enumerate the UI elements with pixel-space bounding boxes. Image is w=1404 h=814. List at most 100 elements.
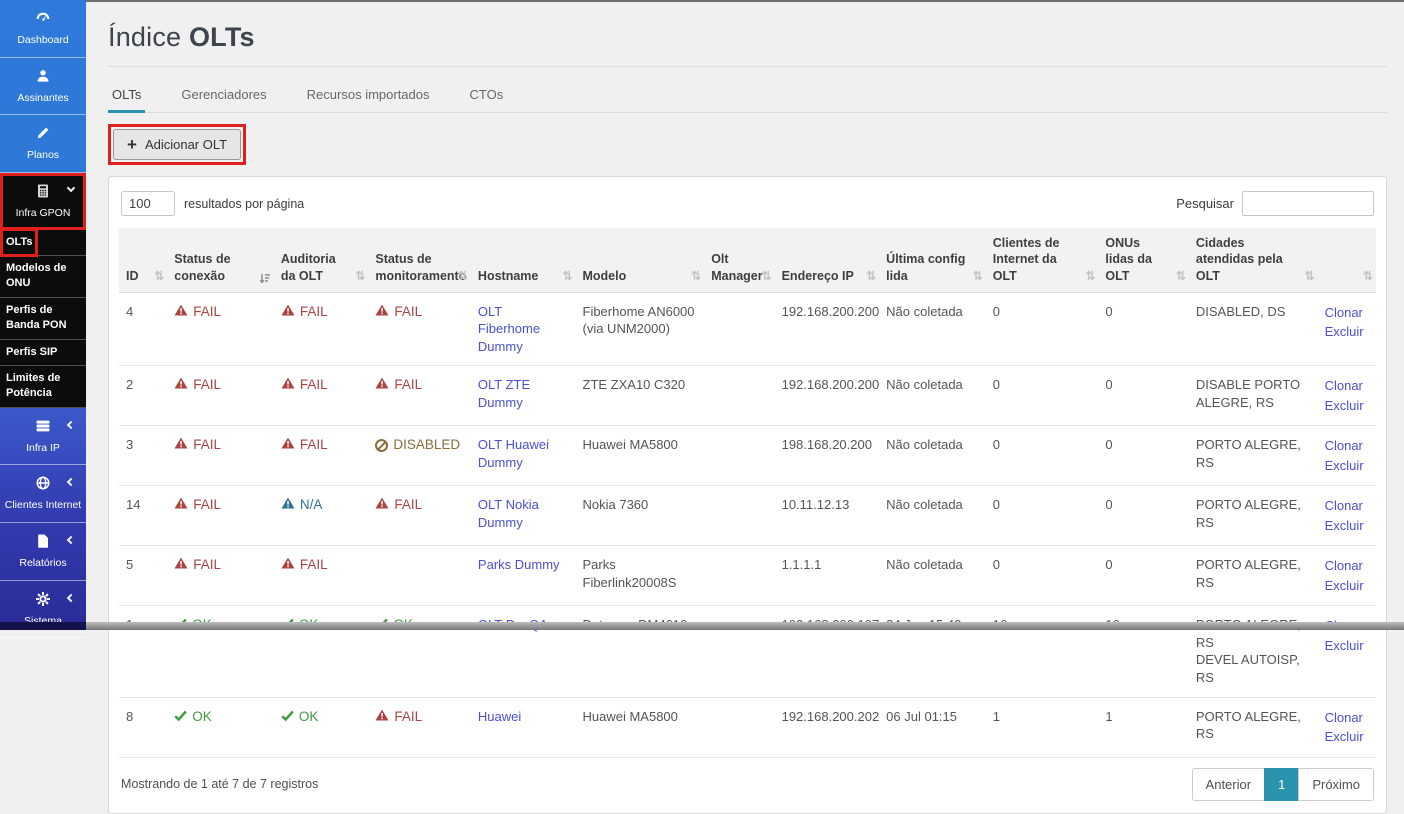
add-olt-label: Adicionar OLT — [144, 137, 228, 152]
add-olt-button[interactable]: + Adicionar OLT — [113, 129, 242, 160]
window-top-edge — [86, 0, 1404, 2]
pagination-page-1-button[interactable]: 1 — [1264, 767, 1300, 801]
sidebar-item-infra-gpon[interactable]: Infra GPON — [0, 172, 86, 230]
action-link-clonar[interactable]: Clonar — [1325, 303, 1368, 323]
pagination-next-button[interactable]: Próximo — [1298, 767, 1374, 801]
cell-ultima-config: Não coletada — [879, 365, 986, 427]
cell-monitoramento: FAIL — [368, 365, 471, 427]
action-link-clonar[interactable]: Clonar — [1325, 436, 1368, 456]
col-header-modelo[interactable]: Modelo ⇅ — [575, 228, 705, 293]
sidebar-subitem-perfis-sip[interactable]: Perfis SIP — [0, 340, 86, 366]
sort-icon[interactable]: ⇅ — [691, 269, 701, 285]
sort-icon[interactable]: ⇅ — [154, 269, 164, 285]
sort-icon[interactable]: ⇅ — [458, 269, 468, 285]
status-fail-badge: FAIL — [281, 556, 328, 574]
cell-ultima-config: Não coletada — [879, 425, 986, 487]
action-link-clonar[interactable]: Clonar — [1325, 556, 1368, 576]
status-fail-badge: FAIL — [281, 376, 328, 394]
hostname-link[interactable]: OLT ZTE Dummy — [478, 377, 530, 410]
col-header-label: Auditoria da OLT — [280, 252, 336, 283]
cell-monitoramento: FAIL — [368, 697, 471, 758]
col-header-clientes-de-internet-da-olt[interactable]: Clientes de Internet da OLT ⇅ — [985, 228, 1099, 293]
sort-icon[interactable]: ⇅ — [562, 269, 572, 285]
col-header-onus-lidas-da-olt[interactable]: ONUs lidas da OLT ⇅ — [1098, 228, 1189, 293]
hostname-link[interactable]: OLT Fiberhome Dummy — [478, 304, 540, 354]
cell-olt-manager — [704, 292, 775, 367]
cell-ultima-config: Não coletada — [879, 545, 986, 607]
hostname-link[interactable]: Huawei — [478, 709, 521, 724]
sidebar-item-label: Clientes Internet — [4, 499, 82, 512]
col-header-cidades-atendidas-pela-olt[interactable]: Cidades atendidas pela OLT ⇅ — [1188, 228, 1318, 293]
search-label: Pesquisar — [1176, 196, 1234, 211]
sort-desc-icon[interactable] — [259, 273, 271, 285]
sidebar-subitem-limites-de-potencia[interactable]: Limites de Potência — [0, 366, 86, 408]
action-link-excluir[interactable]: Excluir — [1325, 322, 1368, 342]
status-fail-badge: FAIL — [174, 436, 221, 454]
hostname-link[interactable]: OLT Nokia Dummy — [478, 497, 539, 530]
sidebar-item-assinantes[interactable]: Assinantes — [0, 58, 86, 116]
sidebar-subitem-modelos-de-onu[interactable]: Modelos de ONU — [0, 256, 86, 298]
col-header-status-de-conexao[interactable]: Status de conexão — [167, 228, 274, 293]
cell-monitoramento: FAIL — [368, 292, 471, 367]
action-link-clonar[interactable]: Clonar — [1325, 376, 1368, 396]
tab-olts[interactable]: OLTs — [108, 77, 146, 113]
col-header-hostname[interactable]: Hostname ⇅ — [470, 228, 576, 293]
cell-endereco-ip: 192.168.200.202 — [774, 697, 880, 758]
sort-icon[interactable]: ⇅ — [355, 269, 365, 285]
tab-ctos[interactable]: CTOs — [466, 77, 508, 113]
cell-clientes-internet: 0 — [985, 425, 1099, 487]
cell-ultima-config: Não coletada — [879, 485, 986, 547]
sidebar-subitem-olts[interactable]: OLTs — [0, 227, 86, 257]
cell-id: 1 — [119, 605, 168, 698]
action-link-excluir[interactable]: Excluir — [1325, 727, 1368, 747]
dashboard-icon — [35, 10, 51, 26]
sort-icon[interactable]: ⇅ — [1305, 269, 1315, 285]
status-fail-badge: FAIL — [375, 303, 422, 321]
pagination-prev-button[interactable]: Anterior — [1191, 767, 1266, 801]
search-input[interactable] — [1242, 191, 1374, 216]
action-link-clonar[interactable]: Clonar — [1325, 708, 1368, 728]
col-header-ultima-config-lida[interactable]: Última config lida ⇅ — [879, 228, 986, 293]
hostname-link[interactable]: Parks Dummy — [478, 557, 560, 572]
sort-icon[interactable]: ⇅ — [973, 269, 983, 285]
col-header-actions[interactable]: ⇅ — [1317, 228, 1376, 293]
status-fail-badge: FAIL — [375, 496, 422, 514]
sidebar-item-icon-row — [3, 416, 83, 436]
warning-triangle-icon — [174, 496, 188, 514]
cell-cidades: PORTO ALEGRE, RS — [1188, 545, 1318, 607]
action-link-excluir[interactable]: Excluir — [1325, 456, 1368, 476]
sort-icon[interactable]: ⇅ — [1363, 269, 1373, 285]
cell-clientes-internet: 16 — [985, 605, 1099, 698]
sidebar-item-infra-ip[interactable]: Infra IP — [0, 408, 86, 466]
sidebar-subitem-perfis-de-banda-pon[interactable]: Perfis de Banda PON — [0, 298, 86, 340]
sort-icon[interactable]: ⇅ — [866, 269, 876, 285]
cell-ultima-config: Não coletada — [879, 292, 986, 367]
col-header-auditoria-da-olt[interactable]: Auditoria da OLT ⇅ — [273, 228, 369, 293]
sidebar-item-dashboard[interactable]: Dashboard — [0, 0, 86, 58]
col-header-status-de-monitoramento[interactable]: Status de monitoramento ⇅ — [368, 228, 471, 293]
action-link-excluir[interactable]: Excluir — [1325, 576, 1368, 596]
page-title: Índice OLTs — [108, 0, 1387, 53]
tab-gerenciadores[interactable]: Gerenciadores — [177, 77, 270, 113]
action-link-excluir[interactable]: Excluir — [1325, 516, 1368, 536]
action-link-excluir[interactable]: Excluir — [1325, 396, 1368, 416]
sort-icon[interactable]: ⇅ — [762, 269, 772, 285]
col-header-endereco-ip[interactable]: Endereço IP ⇅ — [774, 228, 880, 293]
sidebar-item-relatorios[interactable]: Relatórios — [0, 523, 86, 581]
sidebar-item-planos[interactable]: Planos — [0, 115, 86, 173]
sort-icon[interactable]: ⇅ — [1085, 269, 1095, 285]
cell-monitoramento: DISABLED — [368, 425, 471, 487]
sort-icon[interactable]: ⇅ — [1176, 269, 1186, 285]
cell-hostname: OLT ZTE Dummy — [470, 365, 576, 427]
sidebar-item-clientes-internet[interactable]: Clientes Internet — [0, 465, 86, 523]
tab-recursos-importados[interactable]: Recursos importados — [303, 77, 434, 113]
hostname-link[interactable]: OLT Huawei Dummy — [478, 437, 549, 470]
col-header-olt-manager[interactable]: Olt Manager ⇅ — [704, 228, 775, 293]
action-link-excluir[interactable]: Excluir — [1325, 636, 1368, 656]
cell-hostname: OLT Fiberhome Dummy — [470, 292, 576, 367]
col-header-id[interactable]: ID ⇅ — [119, 228, 168, 293]
status-fail-badge: FAIL — [174, 376, 221, 394]
page-length-input[interactable] — [121, 191, 175, 216]
action-link-clonar[interactable]: Clonar — [1325, 496, 1368, 516]
cell-auditoria: FAIL — [273, 425, 369, 487]
